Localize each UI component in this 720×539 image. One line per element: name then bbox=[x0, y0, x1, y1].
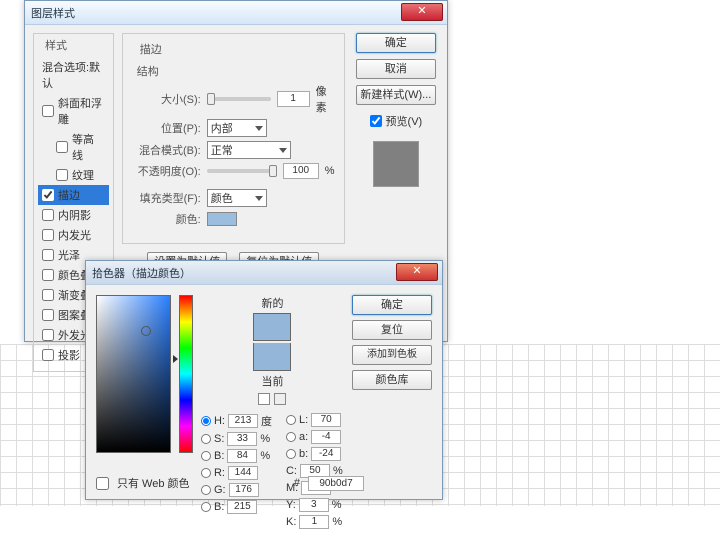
opacity-label: 不透明度(O): bbox=[131, 163, 201, 179]
num-input[interactable]: 70 bbox=[311, 413, 341, 427]
filltype-combo[interactable]: 颜色 bbox=[207, 189, 267, 207]
blend-default[interactable]: 混合选项:默认 bbox=[38, 57, 109, 93]
num-row: H:213度 bbox=[201, 413, 272, 429]
struct-label: 结构 bbox=[137, 63, 336, 79]
num-row: S:33% bbox=[201, 432, 272, 446]
hue-slider[interactable] bbox=[179, 295, 193, 453]
styles-group-title: 样式 bbox=[42, 37, 70, 53]
chevron-down-icon bbox=[255, 196, 263, 201]
style-item-1[interactable]: 等高线 bbox=[38, 129, 109, 165]
picker-titlebar[interactable]: 拾色器（描边颜色） ✕ bbox=[86, 261, 442, 285]
num-row: B:84% bbox=[201, 449, 272, 463]
num-input[interactable]: 215 bbox=[227, 500, 257, 514]
blendmode-combo[interactable]: 正常 bbox=[207, 141, 291, 159]
stroke-color-swatch[interactable] bbox=[207, 212, 237, 226]
num-input[interactable]: 33 bbox=[227, 432, 257, 446]
preview-checkbox[interactable]: 预览(V) bbox=[366, 111, 427, 131]
size-unit: 像素 bbox=[316, 83, 336, 115]
web-only-label: 只有 Web 颜色 bbox=[117, 475, 190, 491]
hex-label: # bbox=[294, 477, 300, 489]
add-swatch-button[interactable]: 添加到色板 bbox=[352, 345, 432, 365]
hue-marker bbox=[173, 355, 178, 363]
num-row: L:70 bbox=[286, 413, 344, 427]
opacity-unit: % bbox=[325, 165, 335, 177]
color-label: 颜色: bbox=[131, 211, 201, 227]
cube-icon[interactable] bbox=[274, 393, 286, 405]
num-input[interactable]: -4 bbox=[311, 430, 341, 444]
style-item-5[interactable]: 内发光 bbox=[38, 225, 109, 245]
num-input[interactable]: 1 bbox=[299, 515, 329, 529]
opacity-slider[interactable] bbox=[207, 169, 277, 173]
num-input[interactable]: -24 bbox=[311, 447, 341, 461]
color-lib-button[interactable]: 颜色库 bbox=[352, 370, 432, 390]
num-row: a:-4 bbox=[286, 430, 344, 444]
new-style-button[interactable]: 新建样式(W)... bbox=[356, 85, 436, 105]
picker-title: 拾色器（描边颜色） bbox=[92, 265, 191, 281]
opacity-input[interactable]: 100 bbox=[283, 163, 319, 179]
num-row: B:215 bbox=[201, 500, 272, 514]
color-picker-window: 拾色器（描边颜色） ✕ 新的 当前 H:213度S:33%B:84%R:144G… bbox=[85, 260, 443, 500]
current-color-box[interactable] bbox=[253, 343, 291, 371]
blendmode-label: 混合模式(B): bbox=[131, 142, 201, 158]
cancel-button[interactable]: 取消 bbox=[356, 59, 436, 79]
ok-button[interactable]: 确定 bbox=[356, 33, 436, 53]
current-label: 当前 bbox=[261, 373, 283, 389]
stroke-group-title: 描边 bbox=[137, 41, 165, 57]
web-only-checkbox[interactable] bbox=[96, 477, 109, 490]
chevron-down-icon bbox=[279, 148, 287, 153]
hex-input[interactable]: 90b0d7 bbox=[308, 476, 364, 491]
num-row: Y:3% bbox=[286, 498, 344, 512]
style-item-4[interactable]: 内阴影 bbox=[38, 205, 109, 225]
style-item-0[interactable]: 斜面和浮雕 bbox=[38, 93, 109, 129]
num-input[interactable]: 84 bbox=[227, 449, 257, 463]
num-input[interactable]: 213 bbox=[228, 414, 258, 428]
size-slider[interactable] bbox=[207, 97, 271, 101]
style-item-2[interactable]: 纹理 bbox=[38, 165, 109, 185]
preview-swatch bbox=[373, 141, 419, 187]
num-input[interactable]: 3 bbox=[299, 498, 329, 512]
chevron-down-icon bbox=[255, 126, 263, 131]
layer-style-titlebar[interactable]: 图层样式 ✕ bbox=[25, 1, 447, 25]
filltype-label: 填充类型(F): bbox=[131, 190, 201, 206]
color-field[interactable] bbox=[96, 295, 171, 453]
size-input[interactable]: 1 bbox=[277, 91, 310, 107]
new-label: 新的 bbox=[261, 295, 283, 311]
warn-icon[interactable] bbox=[258, 393, 270, 405]
close-icon[interactable]: ✕ bbox=[401, 3, 443, 21]
close-icon[interactable]: ✕ bbox=[396, 263, 438, 281]
picker-cancel-button[interactable]: 复位 bbox=[352, 320, 432, 340]
num-row: b:-24 bbox=[286, 447, 344, 461]
picker-ok-button[interactable]: 确定 bbox=[352, 295, 432, 315]
size-label: 大小(S): bbox=[131, 91, 201, 107]
style-item-3[interactable]: 描边 bbox=[38, 185, 109, 205]
position-label: 位置(P): bbox=[131, 120, 201, 136]
new-color-box[interactable] bbox=[253, 313, 291, 341]
layer-style-title: 图层样式 bbox=[31, 5, 75, 21]
color-ring bbox=[141, 326, 151, 336]
position-combo[interactable]: 内部 bbox=[207, 119, 267, 137]
num-row: K:1% bbox=[286, 515, 344, 529]
stroke-fieldset: 描边 结构 大小(S): 1 像素 位置(P): 内部 混合模式(B): 正常 bbox=[122, 33, 345, 244]
